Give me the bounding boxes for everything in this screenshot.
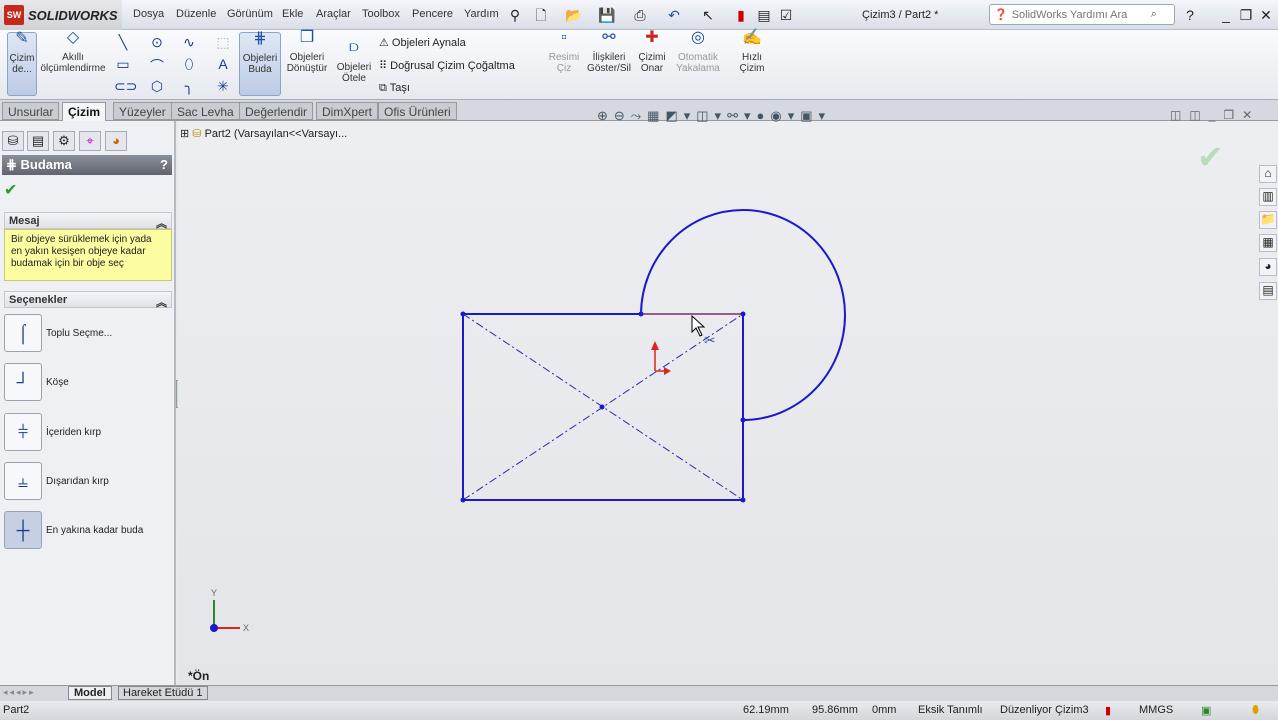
- status-y: 95.86mm: [812, 704, 858, 716]
- axis-y-label: Y: [211, 588, 218, 598]
- status-z: 0mm: [872, 704, 897, 716]
- sketch-origin-icon: [651, 341, 671, 375]
- help-status-icon[interactable]: ▣: [1201, 704, 1211, 717]
- view-triad-icon: [210, 600, 240, 632]
- rebuild-status-icon[interactable]: ▮: [1105, 704, 1111, 717]
- units-selector[interactable]: MMGS: [1139, 704, 1173, 716]
- svg-text:✂: ✂: [704, 332, 716, 348]
- sketch-canvas[interactable]: ✂: [0, 0, 1278, 720]
- tab-scroll-arrows[interactable]: ◂◂◂▸▸: [3, 687, 36, 698]
- status-definition: Eksik Tanımlı: [918, 704, 983, 716]
- tag-icon[interactable]: ⬮: [1252, 704, 1259, 717]
- tab-motion-study[interactable]: Hareket Etüdü 1: [118, 686, 208, 700]
- status-document: Part2: [3, 704, 30, 716]
- trim-cursor-icon: ✂: [691, 314, 716, 348]
- status-x: 62.19mm: [743, 704, 789, 716]
- view-orientation-label: *Ön: [188, 669, 210, 683]
- tab-model[interactable]: Model: [68, 686, 112, 700]
- axis-x-label: X: [243, 623, 250, 633]
- status-editing: Düzenliyor Çizim3: [1000, 704, 1089, 716]
